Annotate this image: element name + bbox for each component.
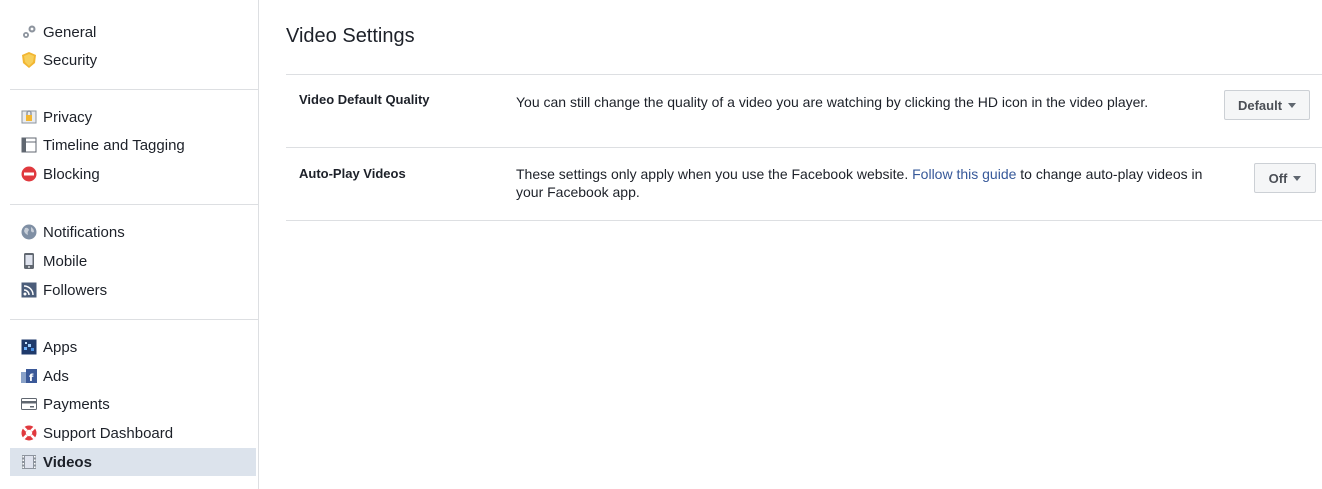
mobile-icon (20, 252, 38, 270)
dropdown-value: Default (1237, 97, 1283, 113)
sidebar-item-label: Privacy (43, 108, 93, 126)
sidebar-item-videos[interactable]: Videos (10, 448, 256, 476)
sidebar-item-label: Security (43, 51, 98, 69)
timeline-icon (20, 136, 38, 154)
sidebar-item-security[interactable]: Security (10, 46, 256, 74)
block-icon (20, 165, 38, 183)
sidebar-item-label: Videos (43, 453, 92, 471)
sidebar-item-label: Blocking (43, 165, 100, 183)
sidebar-item-notifications[interactable]: Notifications (10, 218, 256, 246)
badge-icon (20, 51, 38, 69)
sidebar-item-timeline-and-tagging[interactable]: Timeline and Tagging (10, 131, 256, 159)
film-icon (20, 453, 38, 471)
page-title: Video Settings (286, 25, 415, 47)
caret-down-icon (1293, 175, 1302, 181)
dropdown-value: Off (1268, 170, 1288, 186)
setting-label: Auto-Play Videos (299, 166, 406, 181)
sidebar-item-label: Followers (43, 281, 108, 299)
gear-icon (20, 23, 38, 41)
sidebar-item-label: Apps (43, 338, 78, 356)
ads-icon: f (20, 367, 38, 385)
sidebar-item-label: Notifications (43, 223, 125, 241)
sidebar-item-label: Support Dashboard (43, 424, 174, 442)
sidebar-item-ads[interactable]: f Ads (10, 362, 256, 390)
globe-icon (20, 223, 38, 241)
sidebar-item-mobile[interactable]: Mobile (10, 247, 256, 275)
sidebar-item-support-dashboard[interactable]: Support Dashboard (10, 419, 256, 447)
svg-text:f: f (29, 373, 34, 384)
lifebuoy-icon (20, 424, 38, 442)
video-quality-dropdown[interactable]: Default (1224, 90, 1310, 120)
sidebar-item-followers[interactable]: Followers (10, 276, 256, 304)
lock-icon (20, 108, 38, 126)
apps-icon (20, 338, 38, 356)
auto-play-dropdown[interactable]: Off (1254, 163, 1316, 193)
setting-description: You can still change the quality of a vi… (516, 94, 1149, 110)
sidebar-divider (10, 319, 258, 320)
sidebar-item-apps[interactable]: Apps (10, 333, 256, 361)
card-icon (20, 395, 38, 413)
setting-row-video-default-quality: Video Default Quality You can still chan… (286, 75, 1322, 147)
sidebar-item-blocking[interactable]: Blocking (10, 160, 256, 188)
setting-label: Video Default Quality (299, 92, 430, 107)
sidebar-item-general[interactable]: General (10, 18, 256, 46)
settings-sidebar: General Security Privacy Timeline and Ta… (0, 0, 259, 489)
sidebar-item-payments[interactable]: Payments (10, 390, 256, 418)
section-divider (286, 220, 1322, 221)
sidebar-item-label: Mobile (43, 252, 88, 270)
sidebar-divider (10, 204, 258, 205)
setting-description: These settings only apply when you use t… (516, 165, 1206, 201)
setting-row-auto-play-videos: Auto-Play Videos These settings only app… (286, 148, 1322, 220)
sidebar-item-label: Ads (43, 367, 69, 385)
follow-guide-link[interactable]: Follow this guide (912, 166, 1016, 182)
sidebar-item-label: Timeline and Tagging (43, 136, 185, 154)
sidebar-item-label: Payments (43, 395, 110, 413)
rss-icon (20, 281, 38, 299)
caret-down-icon (1288, 102, 1297, 108)
sidebar-item-label: General (43, 23, 97, 41)
sidebar-item-privacy[interactable]: Privacy (10, 103, 256, 131)
description-text: These settings only apply when you use t… (516, 166, 913, 182)
sidebar-divider (10, 89, 258, 90)
